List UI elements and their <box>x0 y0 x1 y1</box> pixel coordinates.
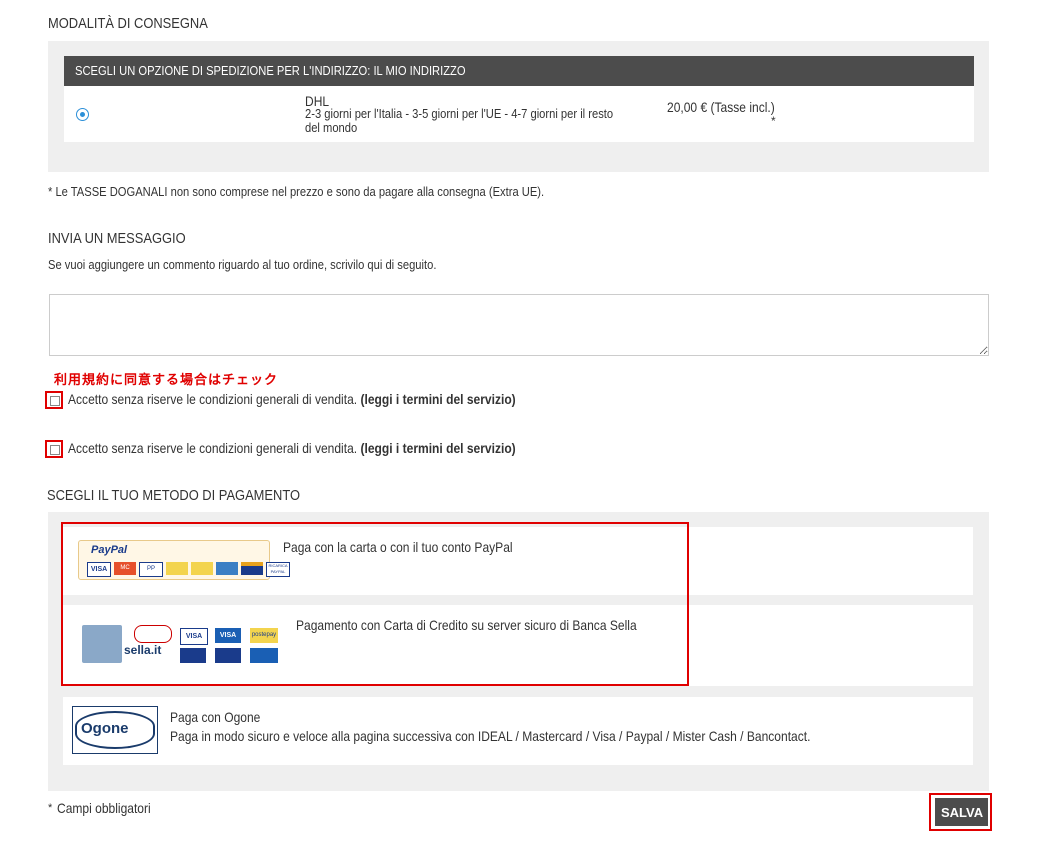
terms-label-2: Accetto senza riserve le condizioni gene… <box>68 440 358 456</box>
delivery-title: MODALITÀ DI CONSEGNA <box>48 15 208 32</box>
shipping-price: 20,00 € (Tasse incl.) <box>667 99 775 115</box>
message-textarea[interactable] <box>49 294 989 356</box>
terms-label-1: Accetto senza riserve le condizioni gene… <box>68 391 358 407</box>
required-fields-note: Campi obbligatori <box>57 800 151 816</box>
terms-link-2[interactable]: (leggi i termini del servizio) <box>360 440 515 456</box>
ogone-title: Paga con Ogone <box>170 709 261 725</box>
terms-checkbox-2[interactable] <box>45 440 63 458</box>
message-title: INVIA UN MESSAGGIO <box>48 230 186 247</box>
save-button[interactable]: SALVA <box>935 798 988 826</box>
checkbox-box <box>50 445 60 455</box>
shipping-header: SCEGLI UN OPZIONE DI SPEDIZIONE PER L'IN… <box>64 56 974 86</box>
shipping-radio[interactable] <box>76 108 89 121</box>
payment-title: SCEGLI IL TUO METODO DI PAGAMENTO <box>47 487 301 504</box>
checkbox-box <box>50 396 60 406</box>
highlight-frame <box>61 522 689 686</box>
terms-annotation: 利用規約に同意する場合はチェック <box>54 372 279 387</box>
terms-link-1[interactable]: (leggi i termini del servizio) <box>360 391 515 407</box>
terms-row-2: Accetto senza riserve le condizioni gene… <box>68 440 516 456</box>
terms-row-1: Accetto senza riserve le condizioni gene… <box>68 391 516 407</box>
carrier-description-line1: 2-3 giorni per l'Italia - 3-5 giorni per… <box>305 106 614 121</box>
required-mark: * <box>48 802 53 814</box>
ogone-logo-text: Ogone <box>81 720 129 737</box>
shipping-header-text: SCEGLI UN OPZIONE DI SPEDIZIONE PER L'IN… <box>75 63 466 78</box>
terms-checkbox-1[interactable] <box>45 391 63 409</box>
customs-note: * Le TASSE DOGANALI non sono comprese ne… <box>48 184 545 199</box>
carrier-description-line2: del mondo <box>305 120 358 135</box>
message-subtitle: Se vuoi aggiungere un commento riguardo … <box>48 257 437 272</box>
ogone-logo: Ogone <box>72 706 158 754</box>
price-mark: * <box>771 114 776 128</box>
ogone-text: Paga in modo sicuro e veloce alla pagina… <box>170 728 811 744</box>
